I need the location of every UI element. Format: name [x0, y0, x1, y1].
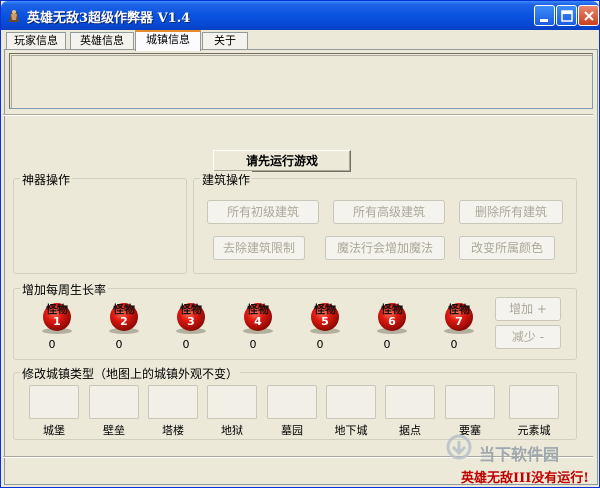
add-growth-button[interactable]: 增加 +: [495, 297, 561, 321]
town-tower-label: 塔楼: [162, 424, 184, 437]
monster-level-7-orb[interactable]: 怪物 7: [442, 301, 476, 335]
monster-growth-count: 0: [115, 338, 123, 351]
monster-growth-count: 0: [450, 338, 458, 351]
town-type-group-title: 修改城镇类型（地图上的城镇外观不变）: [20, 365, 241, 382]
monster-level-number: 7: [455, 315, 463, 328]
town-necropolis-button[interactable]: [267, 385, 317, 419]
building-group-title: 建筑操作: [200, 171, 253, 188]
monster-level-3-orb[interactable]: 怪物 3: [174, 301, 208, 335]
town-castle-button[interactable]: [29, 385, 79, 419]
run-game-status-button[interactable]: 请先运行游戏: [213, 150, 351, 172]
monster-level-6-orb[interactable]: 怪物 6: [375, 301, 409, 335]
minimize-icon: [540, 19, 548, 22]
monster-level-4-orb[interactable]: 怪物 4: [241, 301, 275, 335]
delete-all-buildings-button[interactable]: 删除所有建筑: [459, 200, 563, 224]
monster-growth-count: 0: [316, 338, 324, 351]
town-conflux-button[interactable]: [509, 385, 559, 419]
town-inferno-label: 地狱: [221, 424, 243, 437]
mage-guild-add-spells-button[interactable]: 魔法行会增加魔法: [325, 236, 445, 260]
remove-building-limit-button[interactable]: 去除建筑限制: [213, 236, 305, 260]
artifact-group: 神器操作: [13, 171, 187, 274]
monster-growth-count: 0: [383, 338, 391, 351]
monster-level-number: 6: [388, 315, 396, 328]
town-stronghold-button[interactable]: [385, 385, 435, 419]
town-rampart-button[interactable]: [89, 385, 139, 419]
close-icon: [584, 11, 594, 21]
monster-level-number: 2: [120, 315, 128, 328]
change-owner-color-button[interactable]: 改变所属颜色: [459, 236, 555, 260]
close-button[interactable]: [578, 5, 599, 26]
tab-hero-info[interactable]: 英雄信息: [70, 32, 134, 50]
monster-level-5-orb[interactable]: 怪物 5: [308, 301, 342, 335]
town-castle-label: 城堡: [43, 424, 65, 437]
town-rampart-label: 壁垒: [103, 424, 125, 437]
tab-town-info[interactable]: 城镇信息: [135, 30, 201, 51]
town-inferno-button[interactable]: [207, 385, 257, 419]
reduce-growth-button[interactable]: 减少 -: [495, 325, 561, 349]
title-bar[interactable]: 英雄无敌3超级作弊器 V1.4: [1, 1, 599, 30]
app-icon: [9, 10, 19, 22]
monster-level-1-orb[interactable]: 怪物 1: [40, 301, 74, 335]
maximize-button[interactable]: [556, 5, 577, 26]
status-bar: 英雄无敌III没有运行!: [5, 459, 597, 486]
all-basic-buildings-button[interactable]: 所有初级建筑: [207, 200, 319, 224]
monster-growth-count: 0: [249, 338, 257, 351]
weekly-growth-group-title: 增加每周生长率: [20, 281, 109, 298]
town-fortress-button[interactable]: [445, 385, 495, 419]
monster-level-number: 3: [187, 315, 195, 328]
town-necropolis-label: 墓园: [281, 424, 303, 437]
town-dungeon-button[interactable]: [326, 385, 376, 419]
town-stronghold-label: 据点: [399, 424, 421, 437]
monster-level-2-orb[interactable]: 怪物 2: [107, 301, 141, 335]
separator-top: [3, 114, 593, 116]
info-display-box: [9, 53, 593, 109]
weekly-growth-group: 增加每周生长率: [13, 281, 577, 360]
tab-about[interactable]: 关于: [202, 32, 248, 50]
monster-level-number: 5: [321, 315, 329, 328]
monster-level-number: 1: [53, 315, 61, 328]
window-title: 英雄无敌3超级作弊器 V1.4: [27, 11, 191, 26]
main-window: 英雄无敌3超级作弊器 V1.4 玩家信息 英雄信息 城镇信息 关于 请先运行游戏…: [0, 0, 600, 488]
monster-growth-count: 0: [182, 338, 190, 351]
monster-growth-count: 0: [48, 338, 56, 351]
artifact-group-title: 神器操作: [20, 171, 73, 188]
tab-strip: 玩家信息 英雄信息 城镇信息 关于: [4, 30, 598, 51]
town-dungeon-label: 地下城: [334, 424, 368, 437]
maximize-icon: [561, 10, 573, 22]
monster-level-number: 4: [254, 315, 262, 328]
town-tower-button[interactable]: [148, 385, 198, 419]
all-advanced-buildings-button[interactable]: 所有高级建筑: [333, 200, 445, 224]
tab-player-info[interactable]: 玩家信息: [6, 32, 66, 50]
minimize-button[interactable]: [534, 5, 555, 26]
game-status-message: 英雄无敌III没有运行!: [461, 471, 589, 486]
